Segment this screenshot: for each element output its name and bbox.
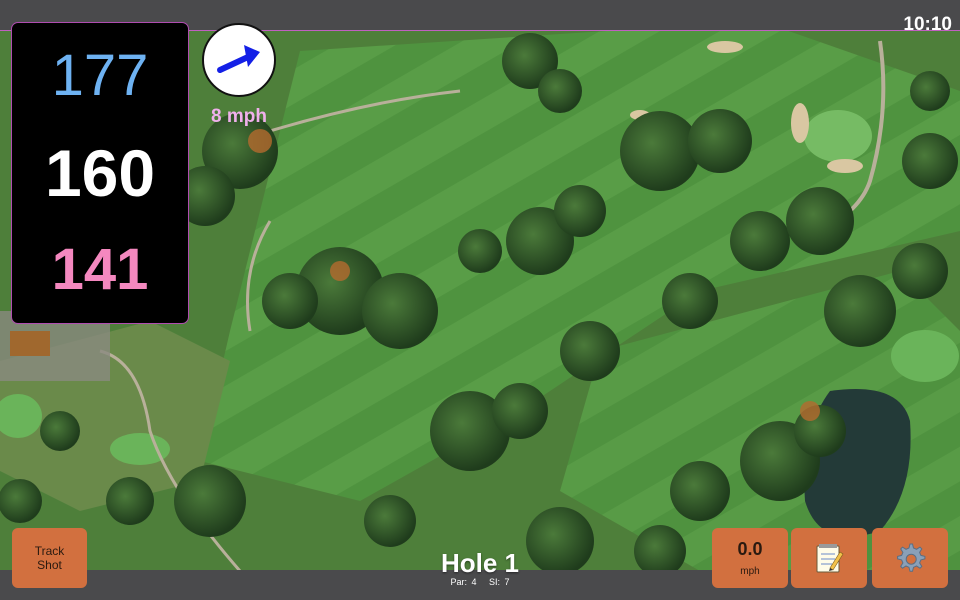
speed-value: 0.0 [737, 539, 763, 559]
speed-button[interactable]: 0.0 mph [712, 528, 788, 588]
notes-button[interactable] [791, 528, 867, 588]
wind-dial [202, 23, 276, 97]
back-distance: 177 [51, 42, 149, 108]
front-distance: 141 [51, 237, 149, 303]
wind-arrow-icon [217, 45, 260, 73]
track-shot-label-line2: Shot [37, 558, 62, 572]
gear-icon [897, 543, 926, 572]
track-shot-label-line1: Track [34, 543, 65, 558]
hole-par: Par: 4 [450, 577, 477, 587]
distance-card: 177 160 141 [11, 22, 189, 324]
hole-details: Par: 4 SI: 7 [380, 577, 580, 587]
hole-title: Hole 1 [440, 548, 520, 578]
notepad-icon [816, 544, 844, 573]
settings-button[interactable] [872, 528, 948, 588]
track-shot-button[interactable]: Track Shot [12, 528, 87, 588]
middle-distance: 160 [44, 135, 156, 210]
hole-stroke-index: SI: 7 [489, 577, 510, 587]
wind-speed: 8 mph [211, 106, 267, 127]
speed-unit: mph [740, 566, 760, 577]
